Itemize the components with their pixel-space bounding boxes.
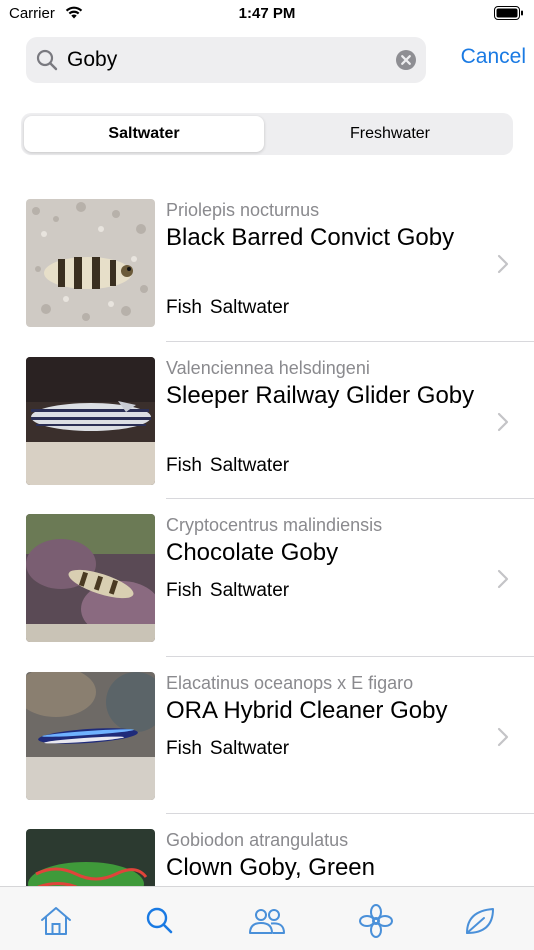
common-name: Clown Goby, Green <box>166 854 375 881</box>
battery-icon <box>494 6 523 20</box>
scientific-name: Gobiodon atrangulatus <box>166 830 349 850</box>
segment-freshwater[interactable]: Freshwater <box>270 116 510 152</box>
chevron-right-icon <box>497 412 509 431</box>
segment-saltwater[interactable]: Saltwater <box>24 116 264 152</box>
status-time: 1:47 PM <box>238 5 296 22</box>
tag-water-type: Saltwater <box>209 454 290 476</box>
list-item[interactable]: Priolepis nocturnus Black Barred Convict… <box>0 184 534 342</box>
fish-photo <box>26 199 155 327</box>
chevron-right-icon <box>497 727 509 746</box>
list-item[interactable]: Cryptocentrus malindiensis Chocolate Gob… <box>0 499 534 657</box>
search-bar: Cancel <box>26 37 526 83</box>
magnifier-icon <box>36 49 58 71</box>
fish-photo <box>26 514 155 642</box>
fish-photo <box>26 671 155 800</box>
water-type-segmented-control: Saltwater Freshwater <box>21 113 513 155</box>
people-icon <box>249 909 285 934</box>
fish-photo <box>26 356 155 485</box>
search-icon <box>146 907 173 934</box>
tags: Fish Saltwater <box>166 297 289 319</box>
scientific-name: Elacatinus oceanops x E figaro <box>166 672 414 693</box>
tab-community[interactable] <box>247 903 287 939</box>
search-input[interactable] <box>67 37 387 83</box>
tags: Fish Saltwater <box>166 455 289 477</box>
tag-category: Fish <box>166 454 202 476</box>
search-field[interactable] <box>26 37 426 83</box>
status-bar: Carrier 1:47 PM <box>0 0 534 28</box>
common-name: Black Barred Convict Goby <box>166 224 455 251</box>
tag-water-type: Saltwater <box>209 297 290 318</box>
list-item[interactable]: Elacatinus oceanops x E figaro ORA Hybri… <box>0 657 534 814</box>
common-name: Chocolate Goby <box>166 539 339 566</box>
home-icon <box>41 907 71 935</box>
tags: Fish Saltwater <box>166 738 289 760</box>
chevron-right-icon <box>497 254 509 274</box>
tab-bar <box>0 886 534 950</box>
leaf-icon <box>466 908 494 934</box>
tab-home[interactable] <box>36 903 76 939</box>
scientific-name: Valenciennea helsdingeni <box>166 357 370 378</box>
scientific-name: Priolepis nocturnus <box>166 200 320 220</box>
fan-icon <box>359 904 393 938</box>
scientific-name: Cryptocentrus malindiensis <box>166 515 383 535</box>
common-name: Sleeper Railway Glider Goby <box>166 381 475 409</box>
common-name: ORA Hybrid Cleaner Goby <box>166 696 448 724</box>
tag-category: Fish <box>166 580 202 601</box>
tag-category: Fish <box>166 737 202 759</box>
tag-water-type: Saltwater <box>209 580 290 601</box>
tag-water-type: Saltwater <box>209 737 290 759</box>
tags: Fish Saltwater <box>166 580 289 602</box>
tag-category: Fish <box>166 297 202 318</box>
cancel-button[interactable]: Cancel <box>461 45 526 69</box>
list-item[interactable]: Valenciennea helsdingeni Sleeper Railway… <box>0 342 534 499</box>
tab-plants[interactable] <box>460 903 500 939</box>
results-list: Priolepis nocturnus Black Barred Convict… <box>0 184 534 950</box>
chevron-right-icon <box>497 569 509 589</box>
tab-equipment[interactable] <box>356 903 396 939</box>
tab-search[interactable] <box>140 903 180 939</box>
clear-search-icon[interactable] <box>395 49 417 71</box>
